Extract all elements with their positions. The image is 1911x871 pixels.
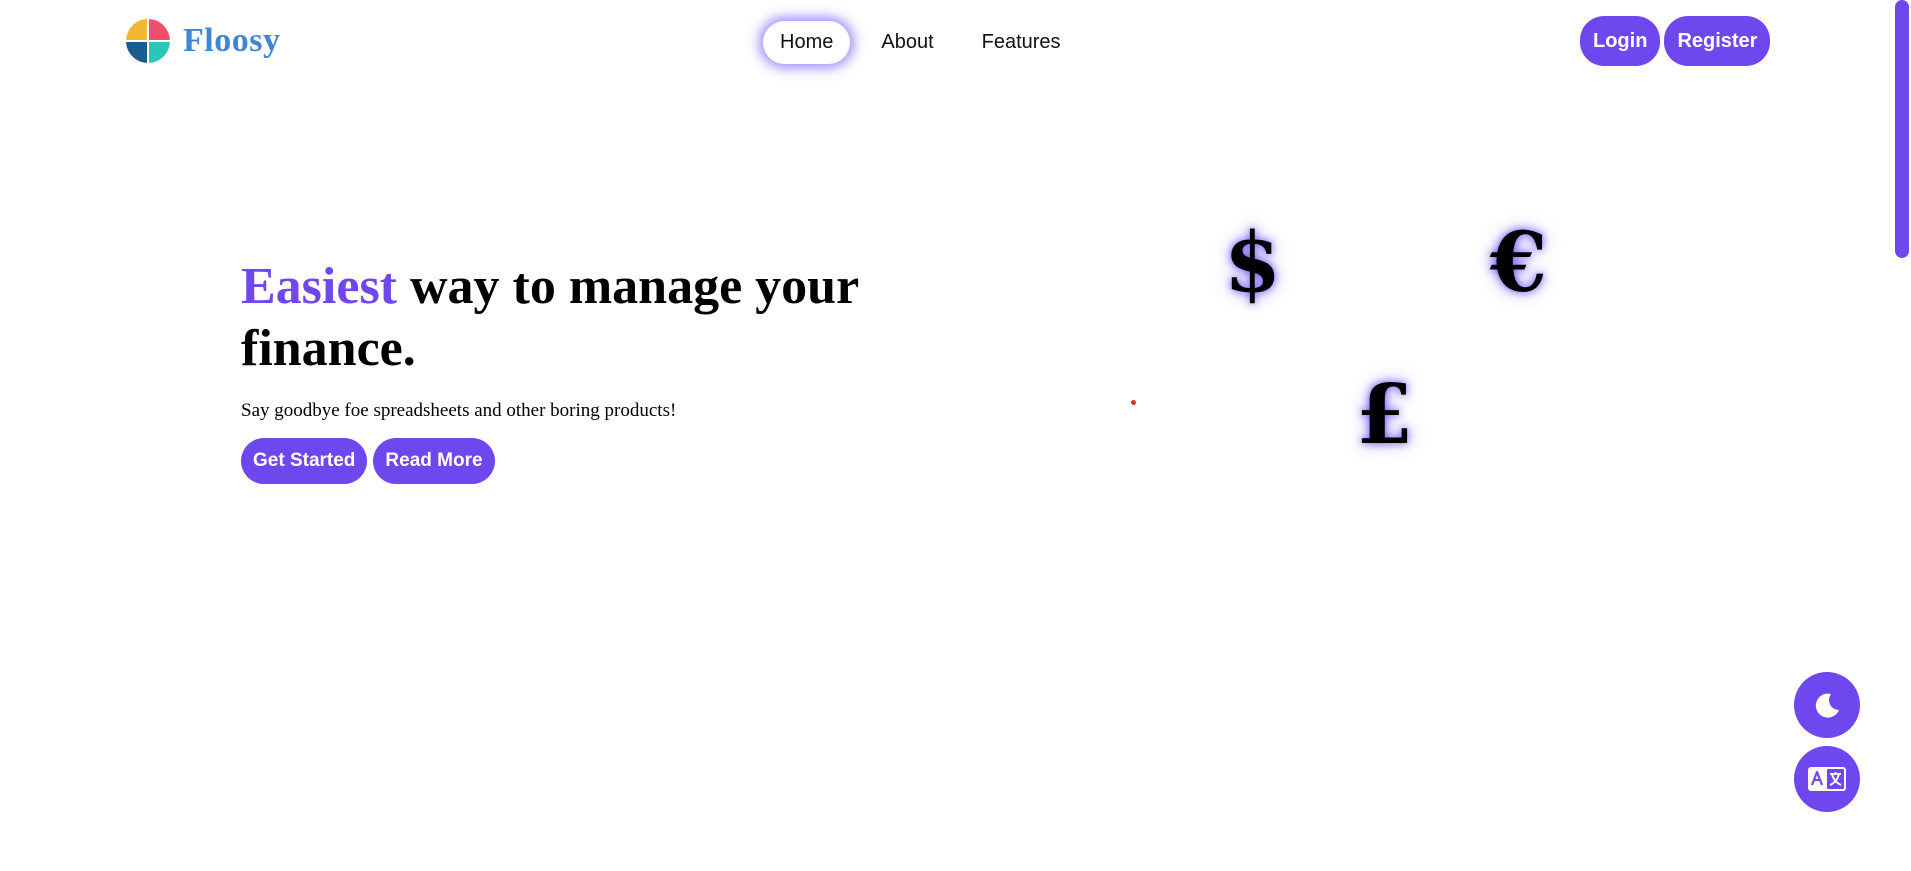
nav-item-features[interactable]: Features (965, 21, 1078, 64)
main-nav: Home About Features (763, 21, 1078, 64)
read-more-button[interactable]: Read More (373, 438, 495, 484)
hero-actions: Get Started Read More (241, 438, 861, 484)
language-toggle-button[interactable] (1794, 746, 1860, 812)
hero-title-accent: Easiest (241, 258, 397, 315)
theme-toggle-button[interactable] (1794, 672, 1860, 738)
euro-symbol: € (1490, 215, 1548, 311)
dollar-symbol: $ (1224, 215, 1282, 311)
hero-section: Easiest way to manage your finance. Say … (241, 256, 861, 484)
get-started-button[interactable]: Get Started (241, 438, 368, 484)
brand-name: Floosy (183, 22, 281, 59)
page: Floosy Home About Features Login Registe… (0, 0, 1911, 871)
red-dot-decoration (1131, 400, 1136, 405)
translate-icon (1808, 767, 1846, 791)
page-scrollbar[interactable] (1889, 0, 1911, 871)
scrollbar-thumb[interactable] (1895, 0, 1909, 258)
auth-buttons: Login Register (1580, 16, 1771, 66)
hero-title: Easiest way to manage your finance. (241, 256, 861, 380)
moon-icon (1815, 693, 1839, 718)
register-button[interactable]: Register (1664, 16, 1771, 66)
pound-symbol: £ (1356, 367, 1414, 463)
pie-logo-icon (125, 18, 171, 64)
nav-item-about[interactable]: About (864, 21, 950, 64)
brand-logo-link[interactable]: Floosy (125, 18, 280, 64)
hero-subtitle: Say goodbye foe spreadsheets and other b… (241, 400, 677, 421)
login-button[interactable]: Login (1580, 16, 1661, 66)
nav-item-home[interactable]: Home (763, 21, 851, 64)
